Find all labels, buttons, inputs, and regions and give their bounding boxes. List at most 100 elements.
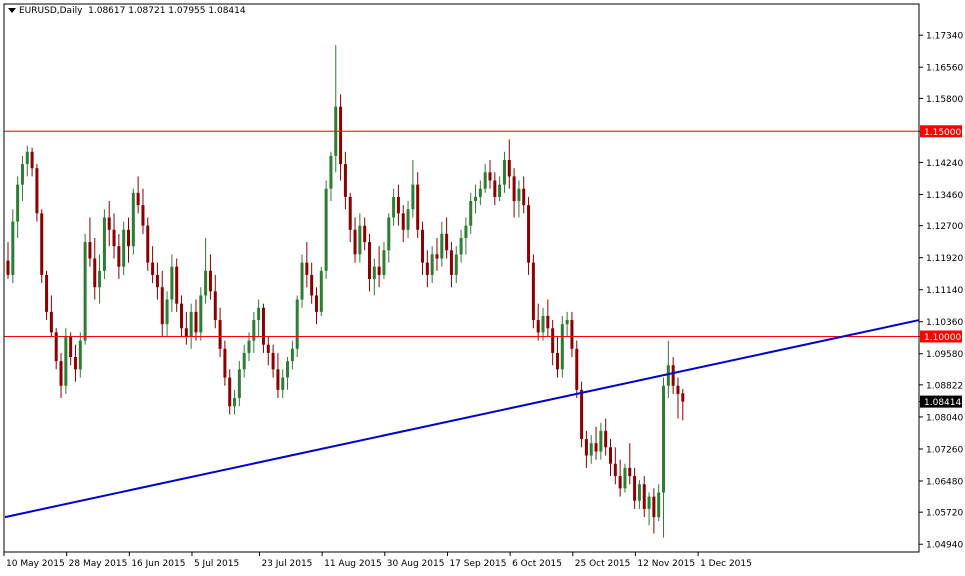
candle-body [372, 266, 376, 280]
candle-body [329, 155, 333, 189]
candle-body [112, 229, 116, 247]
candle-body [131, 192, 135, 247]
candle-body [319, 270, 323, 312]
candle-body [180, 303, 184, 329]
x-tick-label: 25 Oct 2015 [575, 559, 631, 569]
candle-body [387, 217, 391, 251]
candle-body [478, 188, 482, 197]
candle-body [584, 439, 588, 456]
candle-body [363, 225, 367, 243]
x-tick-label: 30 Aug 2015 [387, 559, 445, 569]
candle-body [517, 188, 521, 202]
candle-body [502, 159, 506, 185]
y-tick-label: 1.12700 [926, 222, 963, 232]
candle-body [565, 320, 569, 325]
chart-header: EURUSD,Daily 1.08617 1.08721 1.07955 1.0… [8, 6, 246, 16]
candle-body [623, 467, 627, 489]
candle-body [474, 196, 478, 202]
candle-body [35, 168, 39, 214]
x-tick-label: 16 Jun 2015 [131, 559, 185, 569]
candle-body [261, 307, 265, 345]
candle-body [594, 443, 598, 452]
x-tick-label: 10 May 2015 [6, 559, 65, 569]
y-tick-label: 1.16560 [926, 64, 963, 74]
candle-body [382, 250, 386, 275]
candle-body [20, 164, 24, 185]
candle-body [88, 242, 92, 259]
candle-body [555, 352, 559, 370]
candle-body [194, 311, 198, 333]
candle-body [295, 299, 299, 349]
candle-body [286, 361, 290, 378]
candle-body [507, 159, 511, 177]
candle-body [266, 344, 270, 353]
candle-body [599, 430, 603, 452]
candle-body [122, 229, 126, 267]
chart-area[interactable]: 1.17340 1.16560 1.15800 1.15000 1.14240 1.134… [0, 0, 965, 572]
candle-body [652, 496, 656, 518]
candle-body [93, 258, 97, 288]
candle-body [512, 176, 516, 202]
candle-body [676, 385, 680, 394]
candle-body [305, 262, 309, 275]
candle-body [30, 151, 34, 169]
candle-body [642, 484, 646, 509]
y-tick-label: 1.14240 [926, 159, 963, 169]
candlestick-chart[interactable]: 1.17340 1.16560 1.15800 1.15000 1.14240 1.134… [0, 0, 965, 572]
level-price-label: 1.10000 [924, 333, 961, 343]
candle-body [25, 151, 29, 165]
candle-body [681, 393, 685, 402]
x-tick-label: 5 Jul 2015 [194, 559, 239, 569]
candle-body [609, 447, 612, 464]
candle-body [237, 369, 241, 399]
candle-body [127, 229, 130, 247]
candle-body [314, 295, 318, 312]
candle-body [488, 172, 492, 181]
candle-body [64, 336, 68, 386]
candle-body [339, 106, 343, 165]
candle-body [310, 274, 314, 296]
candle-body [252, 320, 256, 341]
candle-body [117, 246, 121, 267]
y-tick-label: 1.08822 [926, 381, 963, 391]
candle-body [618, 476, 622, 489]
candle-body [223, 348, 227, 378]
candle-body [59, 361, 63, 386]
candle-body [613, 463, 617, 477]
candle-body [11, 221, 15, 275]
dropdown-triangle-icon[interactable] [8, 8, 16, 13]
candle-body [45, 274, 49, 312]
candle-body [184, 328, 188, 337]
candle-body [377, 266, 381, 275]
candle-body [40, 213, 44, 275]
candle-body [570, 320, 574, 349]
y-tick-label: 1.08040 [926, 413, 963, 423]
candle-body [536, 320, 540, 333]
candle-body [213, 291, 217, 321]
candle-body [464, 225, 468, 238]
candle-body [454, 254, 458, 275]
candle-body [666, 365, 670, 386]
candle-body [228, 377, 232, 407]
candle-body [483, 172, 487, 189]
candle-body [527, 205, 531, 263]
candle-body [493, 180, 497, 197]
y-tick-label: 1.05720 [926, 509, 963, 519]
x-tick-label: 12 Nov 2015 [637, 559, 695, 569]
candle-body [69, 336, 73, 358]
candle-body [271, 352, 275, 370]
candle-body [580, 389, 584, 440]
candle-body [406, 209, 410, 230]
candle-body [589, 443, 593, 456]
x-tick-label: 6 Oct 2015 [512, 559, 562, 569]
candle-body [522, 188, 526, 206]
candle-body [49, 311, 53, 333]
y-tick-label: 1.10360 [926, 318, 963, 328]
candle-body [73, 357, 77, 370]
ohlc-values: 1.08617 1.08721 1.07955 1.08414 [88, 6, 246, 16]
candle-body [449, 250, 453, 275]
candle-body [671, 365, 675, 386]
candle-body [657, 492, 661, 518]
y-tick-label: 1.15800 [926, 95, 963, 105]
candle-body [141, 205, 145, 226]
